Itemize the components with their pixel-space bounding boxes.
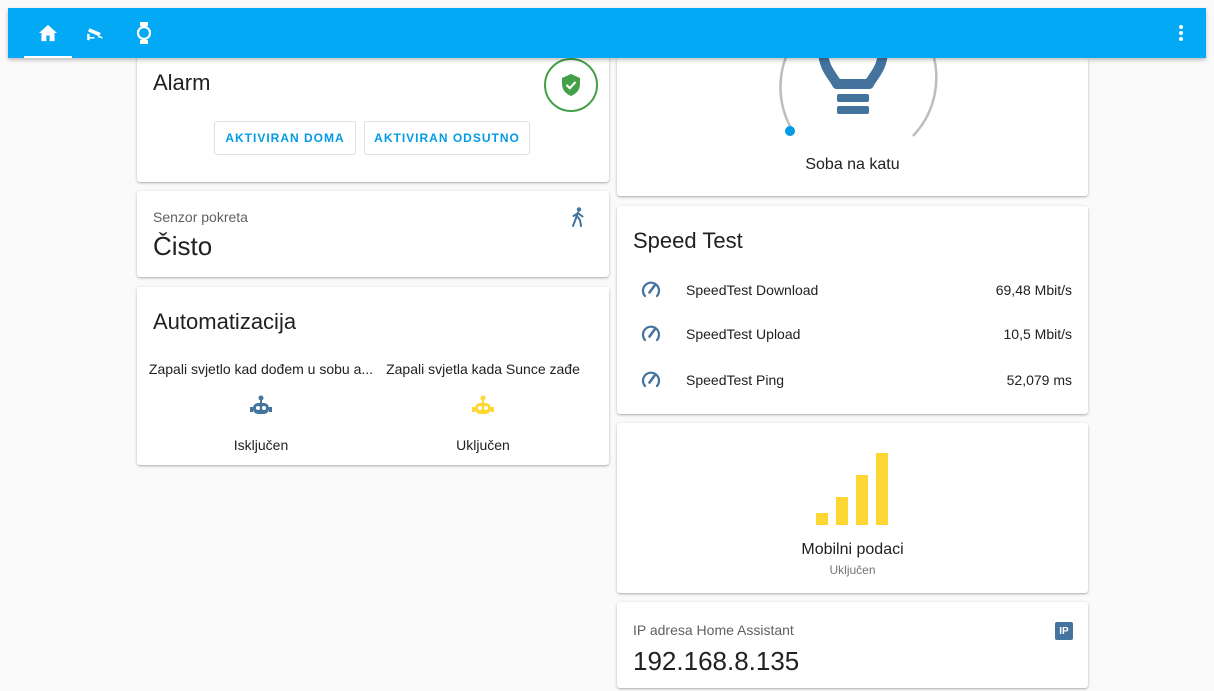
- automations-card: Automatizacija Zapali svjetlo kad dođem …: [137, 287, 609, 465]
- speed-test-card: Speed Test SpeedTest Download 69,48 Mbit…: [617, 206, 1088, 414]
- watch-icon: [136, 22, 152, 44]
- mobile-data-card[interactable]: Mobilni podaci Uključen: [617, 423, 1088, 593]
- speed-test-value: 10,5 Mbit/s: [1003, 326, 1072, 342]
- lightbulb-icon[interactable]: [813, 50, 893, 120]
- automation-item[interactable]: Zapali svjetla kada Sunce zađe Uključen: [365, 361, 601, 453]
- ip-network-icon: IP: [1055, 622, 1073, 640]
- automation-state: Isključen: [233, 437, 289, 453]
- arm-home-button[interactable]: AKTIVIRAN DOMA: [214, 121, 356, 155]
- tab-cameras[interactable]: [72, 8, 120, 58]
- motion-sensor-card[interactable]: Senzor pokreta Čisto: [137, 191, 609, 277]
- speed-test-label: SpeedTest Download: [686, 282, 819, 298]
- signal-bars-icon: [816, 453, 888, 525]
- walk-icon: [572, 207, 584, 227]
- speedometer-icon: [641, 281, 661, 298]
- light-card: Soba na katu: [617, 50, 1088, 196]
- automation-state: Uključen: [456, 437, 510, 453]
- cctv-camera-icon: [87, 28, 103, 41]
- speed-test-label: SpeedTest Ping: [686, 372, 785, 388]
- robot-icon: [472, 395, 494, 414]
- automation-name: Zapali svjetla kada Sunce zađe: [386, 361, 580, 377]
- speed-test-value: 52,079 ms: [1006, 372, 1072, 388]
- speedometer-icon: [641, 371, 661, 388]
- light-name: Soba na katu: [805, 156, 900, 173]
- alarm-status-button[interactable]: [544, 58, 598, 112]
- ip-name: IP adresa Home Assistant: [633, 622, 794, 638]
- speed-test-row[interactable]: SpeedTest Download 69,48 Mbit/s: [617, 278, 1088, 302]
- automations-title: Automatizacija: [153, 309, 297, 334]
- speed-test-value: 69,48 Mbit/s: [995, 282, 1072, 298]
- tab-watch[interactable]: [120, 8, 168, 58]
- robot-icon: [250, 395, 272, 414]
- alarm-title: Alarm: [153, 70, 211, 95]
- automation-item[interactable]: Zapali svjetlo kad dođem u sobu a... Isk…: [143, 361, 379, 453]
- sensor-state: Čisto: [153, 231, 213, 261]
- home-icon: [39, 24, 57, 42]
- shield-check-icon: [562, 74, 580, 96]
- overflow-menu-button[interactable]: [1166, 8, 1196, 58]
- speed-test-label: SpeedTest Upload: [686, 326, 801, 342]
- dots-vertical-icon: [1179, 25, 1183, 41]
- speed-test-title: Speed Test: [633, 228, 743, 253]
- arm-away-button[interactable]: AKTIVIRAN ODSUTNO: [364, 121, 530, 155]
- automation-name: Zapali svjetlo kad dođem u sobu a...: [148, 361, 374, 377]
- alarm-card: Alarm AKTIVIRAN DOMA AKTIVIRAN ODSUTNO: [137, 50, 609, 182]
- speed-test-row[interactable]: SpeedTest Upload 10,5 Mbit/s: [617, 322, 1088, 346]
- top-toolbar: [8, 8, 1206, 58]
- mobile-data-name: Mobilni podaci: [801, 541, 904, 558]
- tab-home[interactable]: [24, 8, 72, 58]
- speed-test-row[interactable]: SpeedTest Ping 52,079 ms: [617, 368, 1088, 392]
- ip-address-card[interactable]: IP adresa Home Assistant 192.168.8.135 I…: [617, 602, 1088, 688]
- speedometer-icon: [641, 325, 661, 342]
- mobile-data-state: Uključen: [829, 563, 876, 577]
- ip-value: 192.168.8.135: [633, 646, 800, 676]
- sensor-name: Senzor pokreta: [153, 209, 248, 225]
